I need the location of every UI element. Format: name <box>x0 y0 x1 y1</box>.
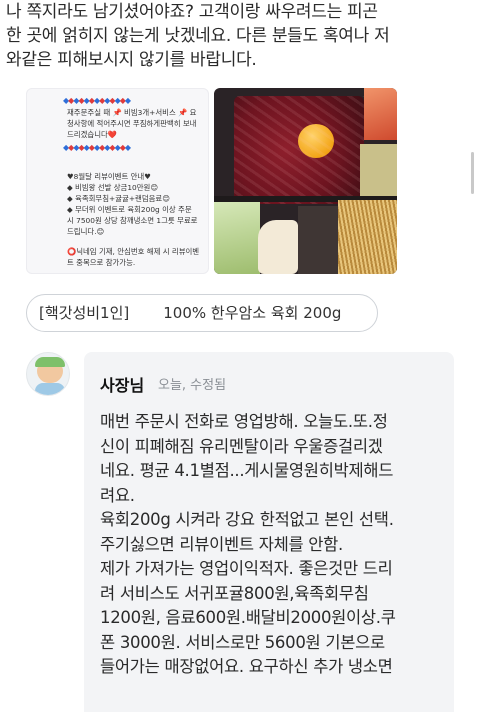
avatar-body <box>35 383 65 395</box>
avatar-hair <box>35 357 65 367</box>
review-photos: ◆◆◆◆◆◆◆◆◆◆◆◆◆ 재주문주실 때 📌 비빔3개+서비스 📌 요 청사항… <box>26 88 402 274</box>
lettuce-image <box>214 202 260 274</box>
notice-line: ◆ 비빔왕 선발 상금10만원😊 <box>67 183 159 192</box>
review-photo-event-notice[interactable]: ◆◆◆◆◆◆◆◆◆◆◆◆◆ 재주문주실 때 📌 비빔3개+서비스 📌 요 청사항… <box>26 88 209 274</box>
notice-line: 트 중복으로 참가가능. <box>67 258 136 267</box>
ordered-menu-tag[interactable]: [핵갓성비1인] 100% 한우암소 육회 200g <box>26 294 378 332</box>
notice-line: ⭕닉네임 기재, 안심번호 해제 시 리뷰이벤 <box>67 247 200 256</box>
notice-line: 드립니다.😊 <box>67 227 105 236</box>
notice-line: 시 7500원 상당 참깨냉소면 1그릇 무료로 <box>67 216 198 225</box>
menu-tag-item: 100% 한우암소 육회 200g <box>163 304 342 322</box>
owner-avatar <box>26 352 70 396</box>
menu-tag-prefix: [핵갓성비1인] <box>39 304 130 322</box>
review-photo-food[interactable] <box>214 88 397 274</box>
notice-line: 드리겠습니다❤️ <box>67 130 117 139</box>
notice-line: ◆ 무더위 이벤트로 육회200g 이상 주문 <box>67 205 192 214</box>
side-dish-image <box>360 144 397 196</box>
notice-line: ♥8월달 리뷰이벤트 안내♥ <box>67 172 151 181</box>
owner-reply-text: 매번 주문시 전화로 영업방해. 오늘도.또.정 신이 피폐해짐 유리멘탈이라 … <box>100 412 396 676</box>
owner-reply: 사장님 오늘, 수정됨 매번 주문시 전화로 영업방해. 오늘도.또.정 신이 … <box>84 352 454 712</box>
diamond-decoration: ◆◆◆◆◆◆◆◆◆◆◆◆◆ <box>63 96 131 105</box>
scrollbar-thumb[interactable] <box>471 152 474 194</box>
notice-line: 청사항에 적어주시면 푸짐하게판백히 보내 <box>67 119 197 128</box>
reply-timestamp: 오늘, 수정됨 <box>158 378 227 393</box>
notice-line: ◆ 육족회무침+귤귤+랜덤음료😊 <box>67 194 170 203</box>
review-text: 나 쪽지라도 남기셨어야죠? 고객이랑 싸우려드는 피곤 한 곳에 얽히지 않는… <box>6 2 390 70</box>
radish-image <box>258 220 298 274</box>
side-dish-image <box>298 206 340 274</box>
yukhoe-image <box>234 96 364 204</box>
notice-line: 재주문주실 때 📌 비빔3개+서비스 📌 요 <box>67 108 197 117</box>
egg-yolk-image <box>298 124 334 158</box>
diamond-decoration: ◆◆◆◆◆◆◆◆◆◆◆◆◆ <box>63 143 131 152</box>
owner-name: 사장님 <box>100 376 145 395</box>
kimchi-image <box>364 88 397 140</box>
noodle-image <box>338 200 397 274</box>
